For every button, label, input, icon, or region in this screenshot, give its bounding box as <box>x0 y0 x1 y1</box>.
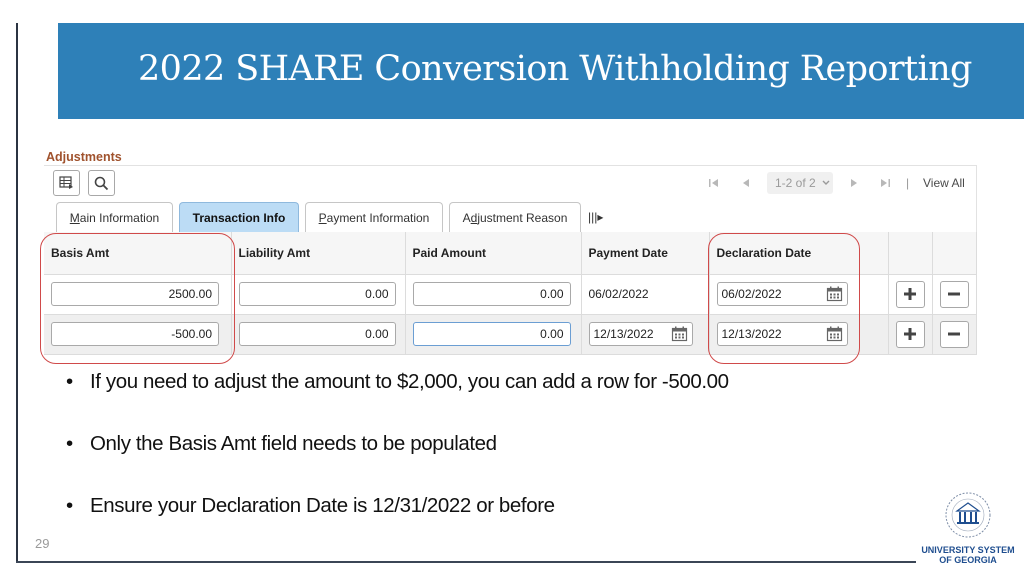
slide-frame-bottom <box>16 561 916 563</box>
basis-amt-highlight <box>40 233 235 364</box>
first-page-icon <box>709 179 718 187</box>
payment-date-value: 12/13/2022 <box>593 327 654 341</box>
last-page-icon <box>881 179 890 187</box>
last-page-button[interactable] <box>879 172 891 194</box>
tab-label: Main Information <box>69 210 160 225</box>
bullet-item: • Ensure your Declaration Date is 12/31/2… <box>66 494 555 517</box>
column-header-add <box>888 232 933 275</box>
declaration-date-highlight <box>708 233 860 364</box>
bullet-item: • Only the Basis Amt field needs to be po… <box>66 432 497 455</box>
tab-transaction-info[interactable]: Transaction Info <box>179 202 299 232</box>
previous-page-icon <box>743 179 749 187</box>
calendar-icon[interactable] <box>671 326 688 342</box>
column-header-payment-date: Payment Date <box>581 232 710 275</box>
add-row-button[interactable] <box>895 280 925 308</box>
usg-logo: UNIVERSITY SYSTEM OF GEORGIA <box>918 490 1018 565</box>
liability-amt-input[interactable]: 0.00 <box>238 282 396 306</box>
page-number: 29 <box>35 536 50 551</box>
section-title-adjustments: Adjustments <box>46 150 122 164</box>
payment-date-text: 06/02/2022 <box>588 287 649 301</box>
paid-amount-input[interactable]: 0.00 <box>412 322 571 346</box>
bullet-item: • If you need to adjust the amount to $2,… <box>66 370 729 393</box>
paid-amount-input[interactable]: 0.00 <box>412 282 571 306</box>
chevron-down-icon <box>822 180 830 185</box>
tab-adjustment-reason[interactable]: Adjustment Reason <box>449 202 581 232</box>
title-banner: 2022 SHARE Conversion Withholding Report… <box>58 23 1024 119</box>
tab-label: Transaction Info <box>192 210 286 225</box>
next-page-button[interactable] <box>848 172 860 194</box>
personalize-grid-button[interactable] <box>53 170 80 196</box>
column-header-liability-amt: Liability Amt <box>231 232 406 275</box>
column-header-delete <box>932 232 977 275</box>
tab-label: Adjustment Reason <box>462 210 568 225</box>
column-header-paid-amount: Paid Amount <box>405 232 582 275</box>
grid-personalize-icon <box>59 176 73 189</box>
liability-amt-input[interactable]: 0.00 <box>238 322 396 346</box>
slide-frame-left <box>16 23 18 563</box>
next-page-icon <box>851 179 857 187</box>
show-all-columns-button[interactable]: |||▸ <box>588 210 603 224</box>
search-icon <box>94 176 109 190</box>
delete-row-button[interactable] <box>939 280 969 308</box>
previous-page-button[interactable] <box>740 172 752 194</box>
payment-date-input[interactable]: 12/13/2022 <box>588 322 693 346</box>
slide-title: 2022 SHARE Conversion Withholding Report… <box>138 49 972 89</box>
page-range-label: 1-2 of 2 <box>775 176 816 190</box>
tab-payment-information[interactable]: Payment Information <box>305 202 443 232</box>
logo-line-2: OF GEORGIA <box>939 555 997 565</box>
university-seal-icon <box>945 492 991 538</box>
minus-icon <box>948 332 960 336</box>
view-all-link[interactable]: View All <box>923 176 965 190</box>
delete-row-button[interactable] <box>939 320 969 348</box>
page-range-select[interactable]: 1-2 of 2 <box>767 172 833 194</box>
add-row-button[interactable] <box>895 320 925 348</box>
pager-separator: | <box>906 176 910 190</box>
first-page-button[interactable] <box>708 172 720 194</box>
plus-icon <box>904 328 916 340</box>
tab-label: Payment Information <box>318 210 430 225</box>
plus-icon <box>904 288 916 300</box>
logo-line-1: UNIVERSITY SYSTEM <box>921 545 1015 555</box>
tab-main-information[interactable]: Main Information <box>56 202 173 232</box>
minus-icon <box>948 292 960 296</box>
find-button[interactable] <box>88 170 115 196</box>
